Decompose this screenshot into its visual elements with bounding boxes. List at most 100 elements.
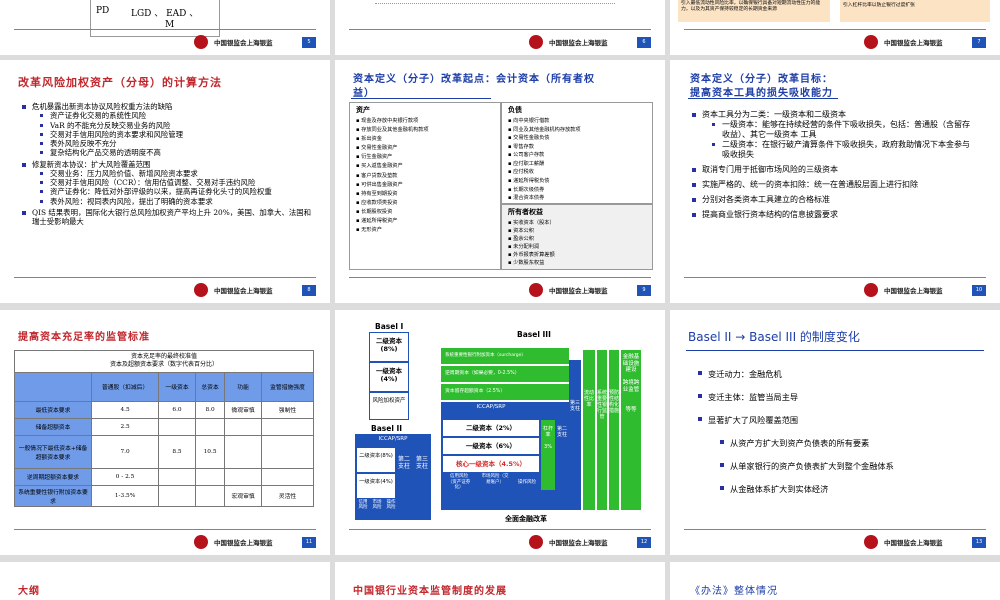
list-item: 危机暴露出新资本协议风险权重方法的缺陷 资产证券化交易的系统性风险 VaR 的不能充…: [22, 102, 314, 158]
text-fragment: [375, 0, 615, 4]
slide-12[interactable]: Basel I 二级资本(8%) 一级资本(4%) 风险加权资产 Basel I…: [335, 310, 665, 555]
table-cell: 2.5: [90, 417, 160, 436]
table-cell: [224, 434, 263, 469]
page-number: 11: [302, 537, 316, 548]
list-item: 提高商业银行资本结构的信息披露要求: [692, 210, 972, 220]
asset-item: ▪ 递延所得税资产: [356, 218, 398, 225]
table-row: 储备超额资本 2.5: [14, 417, 314, 436]
table-cell: 1-3.5%: [90, 484, 160, 507]
table-header-cell: 普通股（扣减后）: [90, 371, 160, 402]
sub-list-item: VaR 的不能充分反映交易业务的风险: [40, 121, 314, 130]
slide-footer: 中国银监会上海银监 8: [0, 277, 330, 303]
sub-list-item: 交易业务：压力风险价值、新增风险资本要求: [40, 169, 314, 178]
liability-item: ▪ 交易性金融负债: [508, 135, 550, 142]
slide-7[interactable]: 引入最低流动性风险比率，以确保银行具备对短期流动性压力的能力，以及为其资产保持较…: [670, 0, 1000, 55]
bank-name: 中国银监会上海银监: [214, 39, 273, 47]
list-item: 从资产方扩大到资产负债表的所有要素: [696, 437, 986, 449]
slide-title: 《办法》整体情况: [690, 586, 778, 597]
liabilities-heading: 负债: [508, 106, 522, 114]
sub-list-item: 资产证券化交易的系统性风险: [40, 111, 314, 120]
slide-9[interactable]: 资本定义（分子）改革起点：会计资本（所有者权 益） 资产 ▪ 现金及存放中央银行…: [335, 60, 665, 303]
sub-list-item: 交易对手信用风险的资本要求和风险管理: [40, 130, 314, 139]
equity-box: 所有者权益 ▪ 实收资本（股本） ▪ 资本公积 ▪ 盈余公积 ▪ 未分配利润 ▪ 外币报…: [501, 204, 653, 270]
equity-item: ▪ 未分配利润: [508, 244, 540, 251]
assets-heading: 资产: [356, 106, 370, 114]
equity-item: ▪ 外币报表折算差额: [508, 252, 555, 259]
liability-item: ▪ 递延所得税负债: [508, 178, 550, 185]
page-number: 10: [972, 285, 986, 296]
liability-item: ▪ 混合资本债券: [508, 195, 545, 202]
liquidity-column: 流动性比率: [583, 350, 595, 510]
slide-6[interactable]: 中国银监会上海银监 6: [335, 0, 665, 55]
pillar2-column: 第二支柱: [557, 420, 567, 490]
slide-16[interactable]: 《办法》整体情况: [670, 562, 1000, 600]
slide-13[interactable]: Basel II → Basel III 的制度变化 变迁动力：金融危机 变迁主体…: [670, 310, 1000, 555]
bank-name: 中国银监会上海银监: [884, 539, 943, 547]
basel2-pillar3: 第三支柱: [415, 456, 428, 471]
bank-logo-icon: [194, 35, 208, 49]
slide-footer: 中国银监会上海银监 12: [335, 529, 665, 555]
liquidity-text: 引入最低流动性风险比率，以确保银行具备对短期流动性压力的能力，以及为其资产保持较…: [681, 1, 821, 13]
bottom-caption: 全面金融改革: [505, 515, 547, 523]
list-item: 变迁主体：监管当局主导: [696, 391, 986, 403]
slide-14[interactable]: 大纲: [0, 562, 330, 600]
caption-line2: 资本及超额资本要求（数字代表百分比）: [109, 361, 218, 369]
bank-name: 中国银监会上海银监: [884, 39, 943, 47]
equity-item: ▪ 少数股东权益: [508, 260, 545, 267]
table-row: 系统重要性银行附加资本要求 1-3.5% 宏观审慎 灵活性: [14, 484, 314, 507]
table-cell: [224, 467, 263, 486]
slide-10[interactable]: 资本定义（分子）改革目标： 提高资本工具的损失吸收能力 资本工具分为二类：一级资…: [670, 60, 1000, 303]
basel2-oper: 操作风险: [386, 500, 396, 511]
slide-15[interactable]: 中国银行业资本监管制度的发展: [335, 562, 665, 600]
slide-11[interactable]: 提高资本充足率的监管标准 资本充足率的最终校准值 资本及超额资本要求（数字代表百…: [0, 310, 330, 555]
table-cell: [261, 467, 314, 486]
leverage-box: 引入杠杆比率以防止银行过度扩张: [840, 0, 990, 22]
table-cell: 一般情况下最低资本+储备超额资本要求: [14, 434, 92, 469]
slide-footer: 中国银监会上海银监 5: [0, 29, 330, 55]
table-cell: [158, 484, 196, 507]
liability-item: ▪ 向中央银行借款: [508, 118, 550, 124]
slide-title: 大纲: [18, 586, 40, 597]
slide-8[interactable]: 改革风险加权资产（分母）的计算方法 危机暴露出新资本协议风险权重方法的缺陷 资产证…: [0, 60, 330, 303]
sub-list-item: 表外风险反映不充分: [40, 139, 314, 148]
page-number: 9: [637, 285, 651, 296]
basel3-market: 市场风险（交易账户）: [481, 474, 509, 485]
page-number: 5: [302, 37, 316, 48]
slide-5[interactable]: PD LGD 、 EAD 、 M 中国银监会上海银监 5: [0, 0, 330, 55]
sub-list-item: 交易对手信用风险（CCR）：信用估值调整、交易对手违约风险: [40, 178, 314, 187]
liability-item: ▪ 长期次级债券: [508, 186, 545, 193]
leverage-bar: 杠杆率 3%: [541, 420, 555, 490]
bullet-list: 危机暴露出新资本协议风险权重方法的缺陷 资产证券化交易的系统性风险 VaR 的不能充…: [22, 102, 314, 228]
bullet-icon: [698, 417, 702, 421]
list-item: QIS 结果表明，国际化大银行总风险加权资产平均上升 20%，美国、加拿大、法国…: [22, 208, 314, 227]
basel3-icaap: ICCAP/SRP: [476, 404, 506, 410]
table-cell: [194, 467, 226, 486]
basel3-oper: 操作风险: [518, 480, 536, 485]
sub-list-item: 表外风险：视同表内风险，提出了明确的资本要求: [40, 197, 314, 206]
basel3-tier1: 一级资本（6%）: [443, 438, 539, 454]
basel2-tier1: 一级资本(4%): [357, 474, 395, 498]
bank-name: 中国银监会上海银监: [549, 539, 608, 547]
liability-item: ▪ 公司客户存款: [508, 152, 545, 159]
slide-footer: 中国银监会上海银监 7: [670, 29, 1000, 55]
title-underline: [686, 350, 984, 351]
slide-footer: 中国银监会上海银监 9: [335, 277, 665, 303]
bullet-icon: [720, 486, 724, 490]
asset-item: ▪ 可供出售金融资产: [356, 181, 403, 188]
basel1-tier1: 一级资本(4%): [369, 362, 409, 392]
basel3-core: 核心一级资本（4.5%）: [443, 456, 539, 472]
table-cell: 7.0: [90, 434, 160, 469]
page-number: 13: [972, 537, 986, 548]
table-cell: [261, 417, 314, 436]
basel3-label: Basel III: [517, 330, 551, 339]
equity-item: ▪ 盈余公积: [508, 236, 534, 243]
table-cell: 8.0: [194, 400, 226, 419]
basel2-credit: 信用风险: [358, 500, 368, 511]
equity-heading: 所有者权益: [508, 208, 543, 216]
table-row: 逆周期超额资本要求 0 - 2.5: [14, 467, 314, 486]
bank-logo-icon: [194, 535, 208, 549]
table-cell: 10.5: [194, 434, 226, 469]
title-underline: [351, 98, 491, 99]
slide-footer: 中国银监会上海银监 11: [0, 529, 330, 555]
bullet-icon: [698, 371, 702, 375]
